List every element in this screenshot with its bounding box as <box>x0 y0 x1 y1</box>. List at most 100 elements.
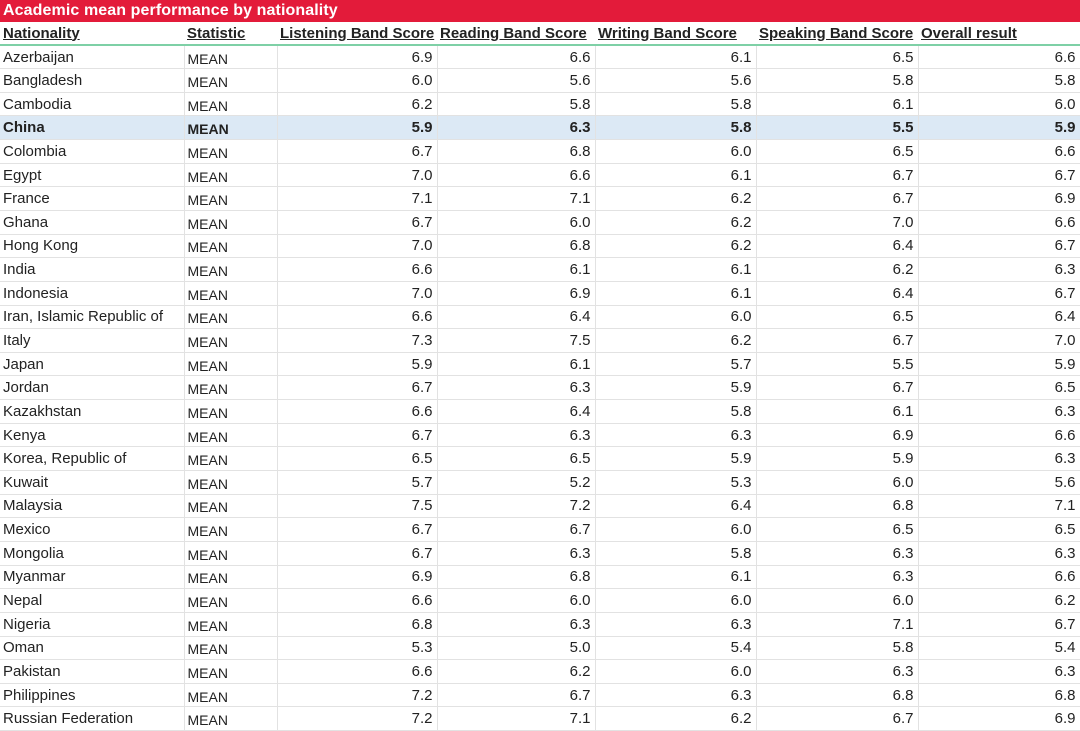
score-cell[interactable]: 5.6 <box>595 68 757 93</box>
score-cell[interactable]: 7.0 <box>756 210 919 235</box>
score-cell[interactable]: 6.1 <box>437 257 596 282</box>
statistic-cell[interactable]: MEAN <box>184 517 278 542</box>
score-cell[interactable]: 6.0 <box>595 305 757 330</box>
score-cell[interactable]: 5.8 <box>756 68 919 93</box>
score-cell[interactable]: 6.7 <box>918 234 1080 259</box>
score-cell[interactable]: 5.8 <box>918 68 1080 93</box>
score-cell[interactable]: 6.7 <box>918 281 1080 306</box>
score-cell[interactable]: 5.4 <box>595 636 757 661</box>
score-cell[interactable]: 7.1 <box>277 186 438 211</box>
score-cell[interactable]: 6.0 <box>595 517 757 542</box>
statistic-cell[interactable]: MEAN <box>184 257 278 282</box>
score-cell[interactable]: 6.3 <box>437 115 596 141</box>
score-cell[interactable]: 6.6 <box>277 257 438 282</box>
score-cell[interactable]: 5.9 <box>595 446 757 472</box>
score-cell[interactable]: 5.2 <box>437 470 596 495</box>
score-cell[interactable]: 6.1 <box>595 163 757 188</box>
statistic-cell[interactable]: MEAN <box>184 541 278 566</box>
nationality-cell[interactable]: Nigeria <box>0 612 185 637</box>
score-cell[interactable]: 6.1 <box>595 281 757 306</box>
score-cell[interactable]: 6.7 <box>277 517 438 542</box>
statistic-cell[interactable]: MEAN <box>184 234 278 259</box>
score-cell[interactable]: 6.5 <box>756 139 919 164</box>
nationality-cell[interactable]: Hong Kong <box>0 234 185 259</box>
statistic-cell[interactable]: MEAN <box>184 92 278 117</box>
score-cell[interactable]: 6.8 <box>277 612 438 637</box>
score-cell[interactable]: 6.8 <box>756 494 919 519</box>
score-cell[interactable]: 7.1 <box>437 706 596 731</box>
score-cell[interactable]: 5.8 <box>437 92 596 117</box>
score-cell[interactable]: 6.2 <box>277 92 438 117</box>
statistic-cell[interactable]: MEAN <box>184 494 278 519</box>
score-cell[interactable]: 6.6 <box>918 423 1080 448</box>
nationality-cell[interactable]: Egypt <box>0 163 185 188</box>
statistic-cell[interactable]: MEAN <box>184 706 278 731</box>
score-cell[interactable]: 6.8 <box>437 139 596 164</box>
score-cell[interactable]: 5.7 <box>595 352 757 377</box>
statistic-cell[interactable]: MEAN <box>184 45 278 70</box>
statistic-cell[interactable]: MEAN <box>184 588 278 613</box>
score-cell[interactable]: 5.8 <box>595 115 757 141</box>
score-cell[interactable]: 6.9 <box>756 423 919 448</box>
nationality-cell[interactable]: Colombia <box>0 139 185 164</box>
score-cell[interactable]: 6.7 <box>918 163 1080 188</box>
statistic-cell[interactable]: MEAN <box>184 281 278 306</box>
column-header[interactable]: Overall result <box>918 22 1080 46</box>
score-cell[interactable]: 7.0 <box>918 328 1080 353</box>
statistic-cell[interactable]: MEAN <box>184 683 278 708</box>
statistic-cell[interactable]: MEAN <box>184 305 278 330</box>
score-cell[interactable]: 7.5 <box>437 328 596 353</box>
score-cell[interactable]: 6.3 <box>756 541 919 566</box>
score-cell[interactable]: 6.9 <box>277 45 438 70</box>
statistic-cell[interactable]: MEAN <box>184 375 278 401</box>
score-cell[interactable]: 5.0 <box>437 636 596 661</box>
score-cell[interactable]: 6.3 <box>918 257 1080 282</box>
score-cell[interactable]: 6.5 <box>756 305 919 330</box>
score-cell[interactable]: 5.3 <box>277 636 438 661</box>
score-cell[interactable]: 6.0 <box>918 92 1080 117</box>
score-cell[interactable]: 6.6 <box>437 45 596 70</box>
score-cell[interactable]: 7.0 <box>277 234 438 259</box>
score-cell[interactable]: 6.5 <box>756 517 919 542</box>
score-cell[interactable]: 6.6 <box>277 659 438 684</box>
nationality-cell[interactable]: Bangladesh <box>0 68 185 93</box>
nationality-cell[interactable]: Mexico <box>0 517 185 542</box>
score-cell[interactable]: 6.5 <box>756 45 919 70</box>
nationality-cell[interactable]: Indonesia <box>0 281 185 306</box>
score-cell[interactable]: 6.6 <box>277 588 438 613</box>
nationality-cell[interactable]: Philippines <box>0 683 185 708</box>
score-cell[interactable]: 6.7 <box>277 210 438 235</box>
score-cell[interactable]: 6.5 <box>918 375 1080 401</box>
score-cell[interactable]: 7.1 <box>918 494 1080 519</box>
score-cell[interactable]: 5.6 <box>918 470 1080 495</box>
score-cell[interactable]: 6.7 <box>277 139 438 164</box>
score-cell[interactable]: 6.9 <box>437 281 596 306</box>
score-cell[interactable]: 6.6 <box>277 399 438 424</box>
nationality-cell[interactable]: Kuwait <box>0 470 185 495</box>
nationality-cell[interactable]: Ghana <box>0 210 185 235</box>
nationality-cell[interactable]: Cambodia <box>0 92 185 117</box>
nationality-cell[interactable]: Oman <box>0 636 185 661</box>
column-header[interactable]: Nationality <box>0 22 184 46</box>
score-cell[interactable]: 6.3 <box>918 659 1080 684</box>
score-cell[interactable]: 6.8 <box>437 234 596 259</box>
score-cell[interactable]: 7.1 <box>437 186 596 211</box>
score-cell[interactable]: 6.8 <box>756 683 919 708</box>
score-cell[interactable]: 6.2 <box>437 659 596 684</box>
score-cell[interactable]: 6.3 <box>437 612 596 637</box>
statistic-cell[interactable]: MEAN <box>184 328 278 353</box>
statistic-cell[interactable]: MEAN <box>184 423 278 448</box>
score-cell[interactable]: 6.8 <box>918 683 1080 708</box>
score-cell[interactable]: 6.3 <box>595 612 757 637</box>
score-cell[interactable]: 6.4 <box>756 281 919 306</box>
nationality-cell[interactable]: Azerbaijan <box>0 45 185 70</box>
score-cell[interactable]: 6.4 <box>437 399 596 424</box>
nationality-cell[interactable]: Myanmar <box>0 565 185 590</box>
score-cell[interactable]: 7.5 <box>277 494 438 519</box>
score-cell[interactable]: 6.3 <box>437 375 596 401</box>
score-cell[interactable]: 6.3 <box>756 659 919 684</box>
score-cell[interactable]: 5.5 <box>756 352 919 377</box>
score-cell[interactable]: 5.3 <box>595 470 757 495</box>
score-cell[interactable]: 6.3 <box>918 541 1080 566</box>
score-cell[interactable]: 5.8 <box>595 92 757 117</box>
